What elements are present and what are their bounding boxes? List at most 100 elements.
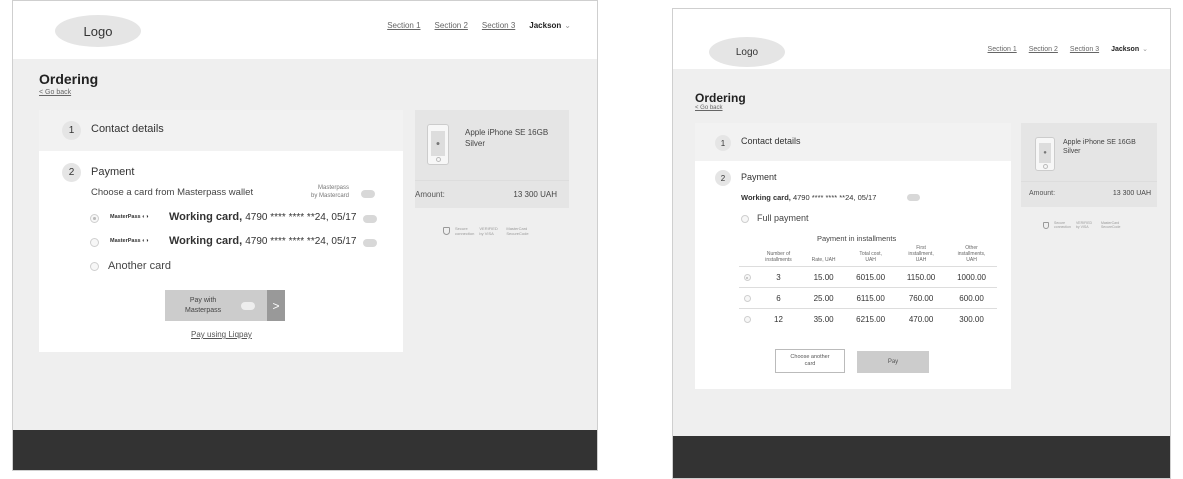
card-label[interactable]: Working card, 4790 **** **** **24, 05/17: [169, 235, 356, 247]
table-cell-other: 1000.00: [946, 266, 997, 288]
secure-line2: connection: [1054, 225, 1071, 229]
column-header-line: UAH: [966, 257, 977, 263]
installments-body: 3 15.00 6015.00 1150.00 1000.00 6 25.00 6115.00…: [739, 266, 997, 330]
table-row[interactable]: 12 35.00 6215.00 470.00 300.00: [739, 308, 997, 330]
row-radio-cell: [739, 287, 755, 309]
column-header-line: UAH: [865, 257, 876, 263]
full-payment-radio[interactable]: [741, 215, 749, 223]
table-cell-rate: 25.00: [802, 287, 846, 309]
user-name: Jackson: [1111, 46, 1140, 53]
step-number: 1: [62, 121, 81, 140]
table-cell-n: 12: [755, 308, 803, 330]
pay-with-line1: Pay with: [189, 296, 217, 304]
installments-header-row: Number of installments Rate, UAH Total cost…: [739, 245, 997, 267]
table-cell-rate: 35.00: [802, 308, 846, 330]
go-back-link[interactable]: < Go back: [695, 105, 723, 111]
step-number: 1: [715, 135, 731, 151]
card-toggle[interactable]: [363, 239, 377, 247]
nav-section-2[interactable]: Section 2: [1029, 46, 1058, 53]
phone-home-button: [1042, 164, 1048, 169]
step-title-contact[interactable]: Contact details: [91, 123, 164, 135]
masterpass-toggle[interactable]: [361, 190, 375, 198]
card-name: Working card,: [169, 211, 243, 223]
go-back-link[interactable]: < Go back: [39, 89, 71, 96]
masterpass-logo: MasterPass ◐◑: [110, 214, 149, 220]
product-name-line1: Apple iPhone SE 16GB: [465, 128, 549, 137]
table-cell-n: 3: [755, 266, 803, 288]
amount-label: Amount:: [415, 190, 445, 199]
amount-value: 13 300 UAH: [1112, 190, 1151, 197]
table-cell-total: 6215.00: [845, 308, 897, 330]
nav-section-1[interactable]: Section 1: [387, 21, 420, 30]
summary-divider: [1021, 181, 1157, 182]
table-cell-first: 760.00: [896, 287, 947, 309]
header: Logo Section 1 Section 2 Section 3 Jacks…: [13, 1, 597, 59]
phone-image: ●: [1035, 137, 1055, 171]
masterpass-by-label: Masterpass by Mastercard: [311, 184, 349, 200]
table-row[interactable]: 3 15.00 6015.00 1150.00 1000.00: [739, 266, 997, 288]
card-label[interactable]: Working card, 4790 **** **** **24, 05/17: [169, 211, 356, 223]
row-radio-cell: [739, 266, 755, 288]
card-toggle[interactable]: [907, 194, 920, 201]
footer: [13, 430, 597, 470]
pay-arrow-button[interactable]: >: [267, 290, 285, 321]
table-row[interactable]: 6 25.00 6115.00 760.00 600.00: [739, 287, 997, 309]
shield-icon: [1043, 221, 1049, 229]
pay-with-masterpass-button[interactable]: Pay with Masterpass: [165, 290, 267, 321]
step-number: 2: [715, 170, 731, 186]
masterpass-by: by Mastercard: [311, 193, 350, 199]
logo[interactable]: Logo: [709, 37, 785, 67]
installment-radio[interactable]: [743, 295, 751, 302]
pay-button[interactable]: Pay: [857, 351, 929, 373]
choose-another-line1: Choose another: [790, 354, 830, 360]
step-title-contact[interactable]: Contact details: [741, 136, 801, 146]
product-name-line2: Silver: [1063, 148, 1081, 155]
card-toggle[interactable]: [363, 215, 377, 223]
secure-badges: Secure connection VERIFIED by VISA Master…: [1043, 221, 1121, 229]
full-payment-label[interactable]: Full payment: [757, 213, 809, 223]
mastercard-securecode-logo: MasterCard SecureCode: [506, 226, 529, 236]
page-title: Ordering: [695, 91, 746, 105]
card-number: 4790 **** **** **24, 05/17: [245, 212, 357, 223]
top-nav: Section 1 Section 2 Section 3 Jackson ⌄: [988, 45, 1148, 54]
chevron-down-icon: ⌄: [564, 21, 571, 30]
installment-radio[interactable]: [743, 316, 751, 324]
verified-by-visa-logo: VERIFIED by VISA: [1075, 221, 1093, 229]
product-name-line1: Apple iPhone SE 16GB: [1063, 139, 1136, 146]
row-radio-cell: [739, 308, 755, 330]
nav-section-3[interactable]: Section 3: [482, 21, 515, 30]
working-card-name: Working card,: [741, 193, 791, 202]
card-radio[interactable]: [90, 238, 99, 247]
table-cell-other: 600.00: [946, 287, 997, 309]
pay-liqpay-link[interactable]: Pay using Liqpay: [191, 330, 252, 339]
another-card-label[interactable]: Another card: [108, 260, 171, 272]
table-cell-total: 6015.00: [845, 266, 897, 288]
secure-label: Secure connection: [455, 226, 474, 236]
screen-masterpass: Logo Section 1 Section 2 Section 3 Jacks…: [12, 0, 598, 471]
installment-radio[interactable]: [743, 274, 751, 281]
nav-section-3[interactable]: Section 3: [1070, 46, 1099, 53]
secure-label: Secure connection: [1054, 221, 1071, 229]
card-radio[interactable]: [90, 214, 99, 223]
checkout-card: 1 Contact details 2 Payment Working card…: [695, 123, 1011, 389]
order-summary: ● Apple iPhone SE 16GB Silver Amount: 13…: [1021, 123, 1157, 207]
choose-another-card-button[interactable]: Choose another card: [775, 349, 845, 373]
pay-with-line2: Masterpass: [185, 306, 222, 314]
user-menu[interactable]: Jackson ⌄: [1111, 45, 1148, 53]
user-menu[interactable]: Jackson ⌄: [529, 21, 571, 30]
logo[interactable]: Logo: [55, 15, 141, 47]
masterpass-logo: MasterPass ◐◑: [110, 238, 149, 244]
table-cell-first: 1150.00: [896, 266, 947, 288]
pay-with-label: Pay with Masterpass: [185, 296, 221, 316]
table-cell-other: 300.00: [946, 308, 997, 330]
working-card-label: Working card, 4790 **** **** **24, 05/17: [741, 193, 876, 202]
mastercard-securecode-logo: MasterCard SecureCode: [1100, 221, 1121, 229]
product-name: Apple iPhone SE 16GB Silver: [465, 127, 548, 149]
nav-section-1[interactable]: Section 1: [988, 46, 1017, 53]
installments-header: Number of installments Rate, UAH Total cost…: [739, 245, 997, 267]
top-nav: Section 1 Section 2 Section 3 Jackson ⌄: [387, 21, 571, 30]
nav-section-2[interactable]: Section 2: [435, 21, 468, 30]
amount-value: 13 300 UAH: [513, 190, 557, 199]
another-card-radio[interactable]: [90, 262, 99, 271]
summary-divider: [415, 180, 569, 181]
